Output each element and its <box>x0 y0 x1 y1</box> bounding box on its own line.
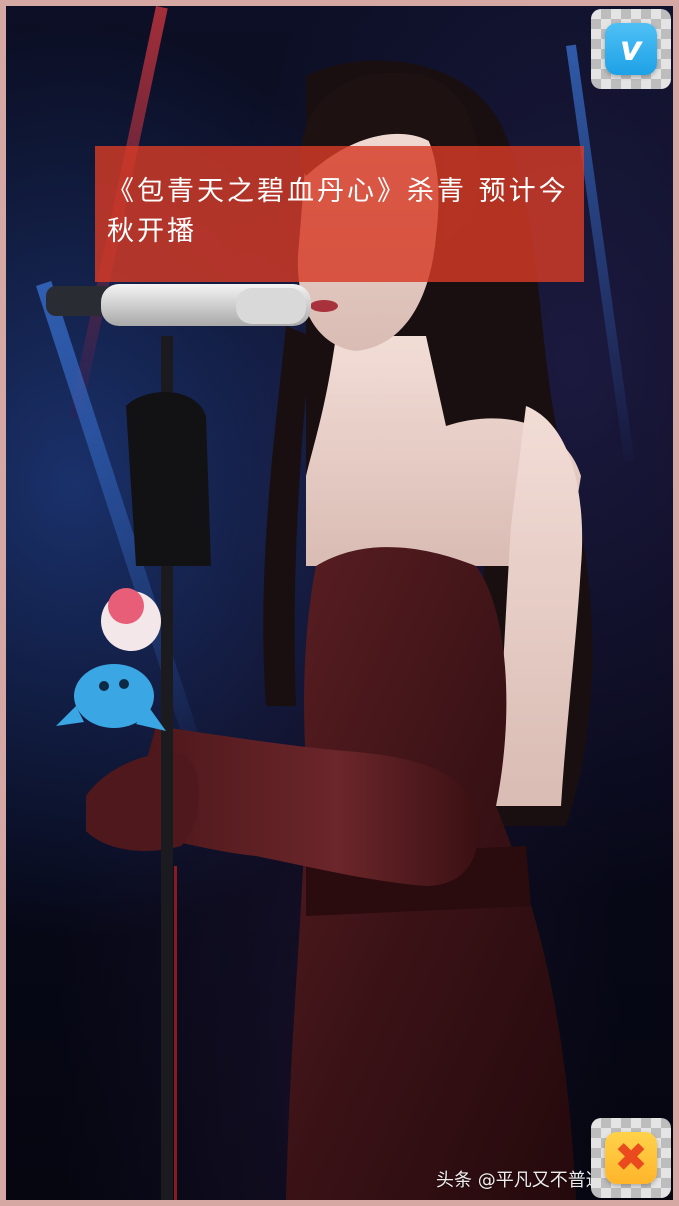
headline-banner[interactable]: 《包青天之碧血丹心》杀青 预计今秋开播 <box>95 146 584 282</box>
vimeo-button[interactable]: v <box>591 9 671 89</box>
ad-frame: 《包青天之碧血丹心》杀青 预计今秋开播 头条 @平凡又不普通的 <box>0 0 679 1206</box>
plush-charm <box>56 588 166 731</box>
close-icon: ✖ <box>605 1132 657 1184</box>
mic-clip <box>126 392 211 566</box>
mic-grille <box>236 288 306 324</box>
headline-text: 《包青天之碧血丹心》杀青 预计今秋开播 <box>107 176 569 247</box>
vimeo-icon-glyph: v <box>619 29 643 69</box>
close-icon-glyph: ✖ <box>614 1135 648 1181</box>
lips <box>310 300 338 312</box>
mic-cable <box>174 866 177 1200</box>
vimeo-icon: v <box>605 23 657 75</box>
gloved-hand <box>86 753 199 851</box>
hair-left <box>263 326 311 706</box>
close-button[interactable]: ✖ <box>591 1118 671 1198</box>
